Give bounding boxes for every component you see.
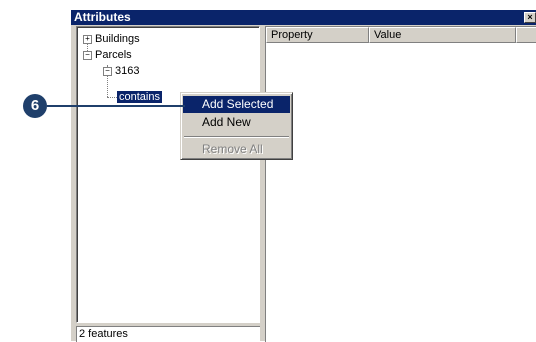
context-menu: Add Selected Add New Remove All	[180, 92, 293, 160]
tree-item-label: Parcels	[95, 49, 132, 61]
tree-item-label: contains	[117, 91, 162, 103]
menu-item-remove-all: Remove All	[202, 142, 263, 156]
column-header-property[interactable]: Property	[266, 27, 369, 43]
attributes-window: Attributes × + Buildings − Parcels −3163 c…	[70, 9, 536, 342]
tree-item-3163[interactable]: −3163	[103, 65, 139, 78]
tree-item-contains[interactable]: contains	[117, 91, 162, 104]
menu-item-add-selected[interactable]: Add Selected	[183, 96, 290, 113]
tree-item-label: Buildings	[95, 33, 140, 45]
column-header-filler	[516, 27, 536, 43]
grid-header: Property Value	[266, 27, 536, 43]
attribute-grid[interactable]: Property Value	[265, 26, 536, 342]
title-bar[interactable]: Attributes ×	[71, 10, 536, 25]
close-button[interactable]: ×	[524, 12, 536, 23]
feature-tree[interactable]: + Buildings − Parcels −3163 contains	[76, 26, 260, 323]
status-bar: 2 features	[76, 326, 260, 342]
feature-count: 2 features	[79, 328, 128, 340]
tree-item-buildings[interactable]: + Buildings	[83, 33, 140, 46]
step-callout: 6	[23, 94, 47, 118]
tree-item-parcels[interactable]: − Parcels	[83, 49, 132, 62]
collapse-icon[interactable]: −	[103, 66, 112, 76]
menu-item-add-new[interactable]: Add New	[183, 114, 290, 131]
callout-leader-line	[47, 105, 185, 107]
menu-separator	[184, 136, 289, 138]
tree-item-label: 3163	[115, 65, 140, 77]
expand-icon[interactable]: +	[83, 34, 92, 44]
column-header-value[interactable]: Value	[369, 27, 516, 43]
collapse-icon[interactable]: −	[83, 50, 92, 60]
window-title: Attributes	[74, 10, 131, 24]
